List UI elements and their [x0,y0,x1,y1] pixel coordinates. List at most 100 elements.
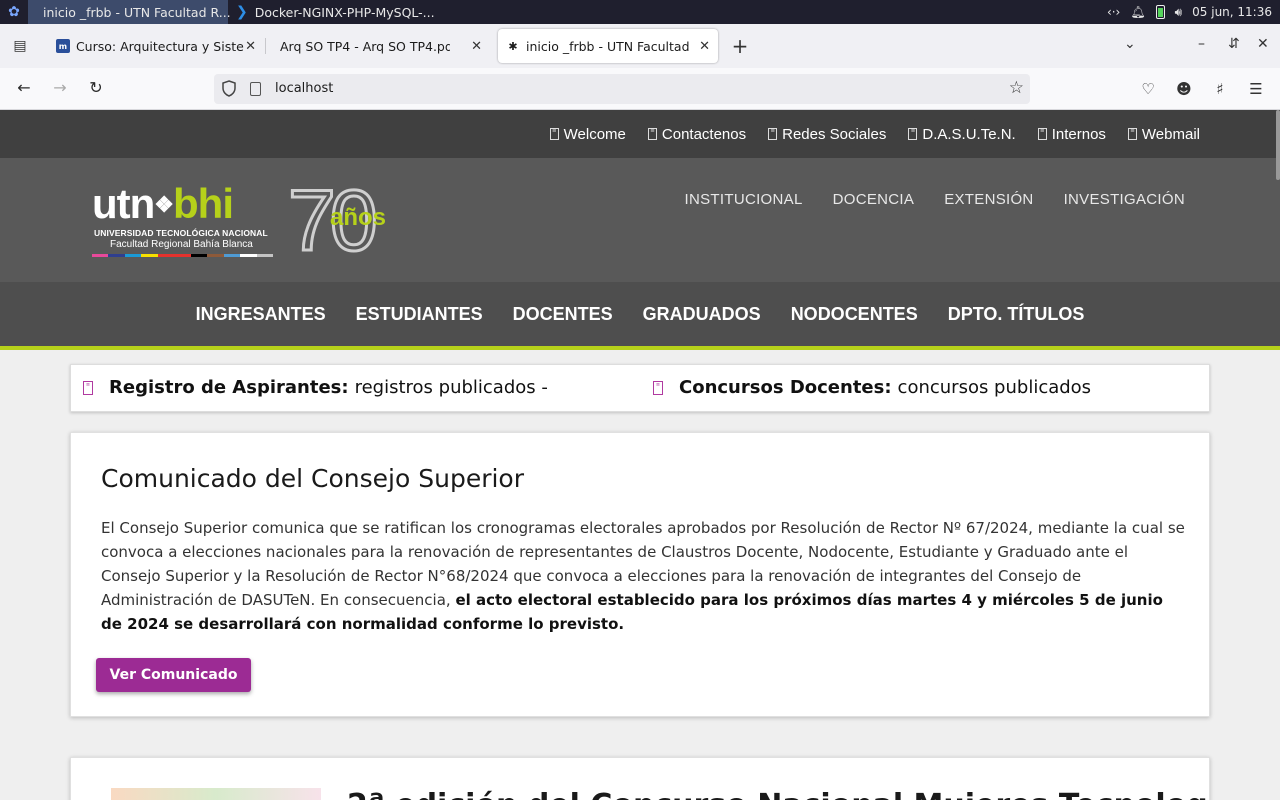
menu-estudiantes[interactable]: ESTUDIANTES [356,304,483,325]
address-bar[interactable]: localhost ☆ [214,74,1030,104]
next-card-title[interactable]: 2ª edición del Concurso Nacional Mujeres… [347,788,1209,800]
site-header: utn❖bhi UNIVERSIDAD TECNOLÓGICA NACIONAL… [0,158,1280,282]
link-icon: ≡ [647,128,657,140]
utn-70-logo[interactable]: utn❖bhi UNIVERSIDAD TECNOLÓGICA NACIONAL… [92,177,422,266]
logo-color-segment [157,254,175,257]
menu-dpto-titulos[interactable]: DPTO. TÍTULOS [948,304,1085,325]
taskbar-vscode[interactable]: ❯ Docker-NGINX-PHP-MySQL-... [228,0,443,24]
logo-color-bar [92,254,273,257]
notice-card: Comunicado del Consejo Superior El Conse… [70,432,1210,717]
next-news-card: 2ª edición del Concurso Nacional Mujeres… [70,757,1210,800]
tab-list-icon[interactable]: ▤ [0,24,40,68]
topmenu-contactenos[interactable]: ≡ Contactenos [647,126,746,143]
tab-utn-active[interactable]: ✱ inicio _frbb - UTN Facultad Regional ✕ [498,29,718,63]
tab-strip: ▤ m Curso: Arquitectura y Sistemas Opera… [0,24,1280,68]
chevron-down-icon[interactable]: ⌄ [1124,36,1136,52]
logo-utn: utn [92,180,155,227]
new-tab-button[interactable]: + [730,33,750,59]
link-icon: ≡ [908,128,918,140]
hamburger-menu-icon[interactable]: ☰ [1246,80,1266,98]
ticker-item-text: concursos publicados [897,377,1092,398]
ticker-item-title: Registro de Aspirantes: [109,377,349,398]
topmenu-internos[interactable]: ≡ Internos [1037,126,1106,143]
link-icon: ≡ [1037,128,1047,140]
clock[interactable]: 05 jun, 11:36 [1192,5,1272,19]
menu-ingresantes[interactable]: INGRESANTES [196,304,326,325]
ticker-item-title: Concursos Docentes: [679,377,892,398]
tab-separator [265,38,266,54]
logo-color-segment [207,254,224,257]
audience-menu: INGRESANTES ESTUDIANTES DOCENTES GRADUAD… [0,282,1280,350]
link-icon: ≡ [768,128,778,140]
page-icon[interactable] [250,82,261,96]
pocket-icon[interactable]: ♡ [1138,80,1158,98]
ver-comunicado-button[interactable]: Ver Comunicado [96,658,251,692]
logo-color-segment [174,254,191,257]
topmenu-welcome[interactable]: ≡ Welcome [549,126,626,143]
taskbar-task-label: inicio _frbb - UTN Facultad R... [43,4,231,20]
logo-symbol-icon: ❖ [154,192,174,217]
link-icon: ≡ [549,128,559,140]
os-taskbar: ✿ inicio _frbb - UTN Facultad R... ❯ Doc… [0,0,1280,24]
bookmark-star-icon[interactable]: ☆ [1009,78,1024,98]
logo-color-segment [190,254,208,257]
page-scrollbar[interactable] [1276,110,1280,180]
logo-color-segment [223,254,241,257]
tab-pdf[interactable]: Arq SO TP4 - Arq SO TP4.pdf ✕ [272,29,490,63]
battery-icon[interactable] [1155,5,1165,19]
ticker-item[interactable]: ≡ Concursos Docentes: concursos publicad… [653,377,1091,398]
close-icon[interactable]: ✕ [245,39,256,54]
logo-color-segment [108,254,125,257]
menu-graduados[interactable]: GRADUADOS [643,304,761,325]
logo-color-segment [240,254,257,257]
start-menu-icon[interactable]: ✿ [0,0,28,24]
logo-color-segment [92,254,109,257]
topmenu-redes-sociales[interactable]: ≡ Redes Sociales [768,126,886,143]
menu-docentes[interactable]: DOCENTES [513,304,613,325]
volume-icon[interactable]: 🔊︎ [1175,5,1183,20]
ticker-item[interactable]: ≡ Registro de Aspirantes: registros publ… [83,377,548,398]
logo-university-name: UNIVERSIDAD TECNOLÓGICA NACIONAL [94,228,268,238]
vscode-icon: ❯ [236,4,248,20]
navigation-toolbar: ← → ↻ localhost ☆ ♡ ☻ ♯ ☰ [0,68,1280,110]
menu-extension[interactable]: EXTENSIÓN [944,191,1033,208]
tab-moodle[interactable]: m Curso: Arquitectura y Sistemas Operati… [48,29,264,63]
menu-docencia[interactable]: DOCENCIA [833,191,915,208]
web-page: ≡ Welcome ≡ Contactenos ≡ Redes Sociales ≡ D… [0,110,1280,800]
document-icon: ≡ [653,380,663,395]
close-icon[interactable]: ✕ [471,39,482,54]
back-arrow-icon[interactable]: ← [13,78,35,97]
tab-title: Curso: Arquitectura y Sistemas Operativo… [75,38,245,54]
extensions-icon[interactable]: ♯ [1210,80,1230,98]
logo-anos: años [330,204,387,231]
tab-title: Arq SO TP4 - Arq SO TP4.pdf [280,38,450,54]
reload-icon[interactable]: ↻ [85,78,107,97]
minimize-icon[interactable]: – [1198,36,1205,52]
forward-arrow-icon[interactable]: → [49,78,71,97]
shield-icon[interactable] [222,80,236,97]
logo-color-segment [141,254,158,257]
moodle-icon: m [56,39,70,53]
topmenu-dasuten[interactable]: ≡ D.A.S.U.Te.N. [908,126,1016,143]
network-icon[interactable]: ‹·› [1107,5,1120,19]
topmenu-webmail[interactable]: ≡ Webmail [1127,126,1200,143]
window-close-icon[interactable]: ✕ [1257,36,1269,52]
menu-nodocentes[interactable]: NODOCENTES [791,304,918,325]
logo-bhi: bhi [173,180,234,227]
logo-wordmark: utn❖bhi [92,183,234,225]
maximize-icon[interactable]: ⇵ [1228,36,1240,52]
news-image[interactable] [111,788,321,800]
account-icon[interactable]: ☻ [1174,80,1194,98]
taskbar-task-label: Docker-NGINX-PHP-MySQL-... [254,4,435,20]
menu-investigacion[interactable]: INVESTIGACIÓN [1064,191,1185,208]
taskbar-firefox[interactable]: inicio _frbb - UTN Facultad R... [28,0,231,24]
notice-title: Comunicado del Consejo Superior [101,464,525,493]
url-text[interactable]: localhost [275,81,333,96]
close-icon[interactable]: ✕ [699,39,710,54]
menu-institucional[interactable]: INSTITUCIONAL [685,191,803,208]
ticker-item-text: registros publicados - [354,377,548,398]
news-ticker: ≡ Registro de Aspirantes: registros publ… [70,364,1210,412]
tab-title: inicio _frbb - UTN Facultad Regional [526,38,690,54]
bell-icon[interactable]: 🔔︎ [1130,5,1145,19]
notice-body: El Consejo Superior comunica que se rati… [101,516,1186,636]
